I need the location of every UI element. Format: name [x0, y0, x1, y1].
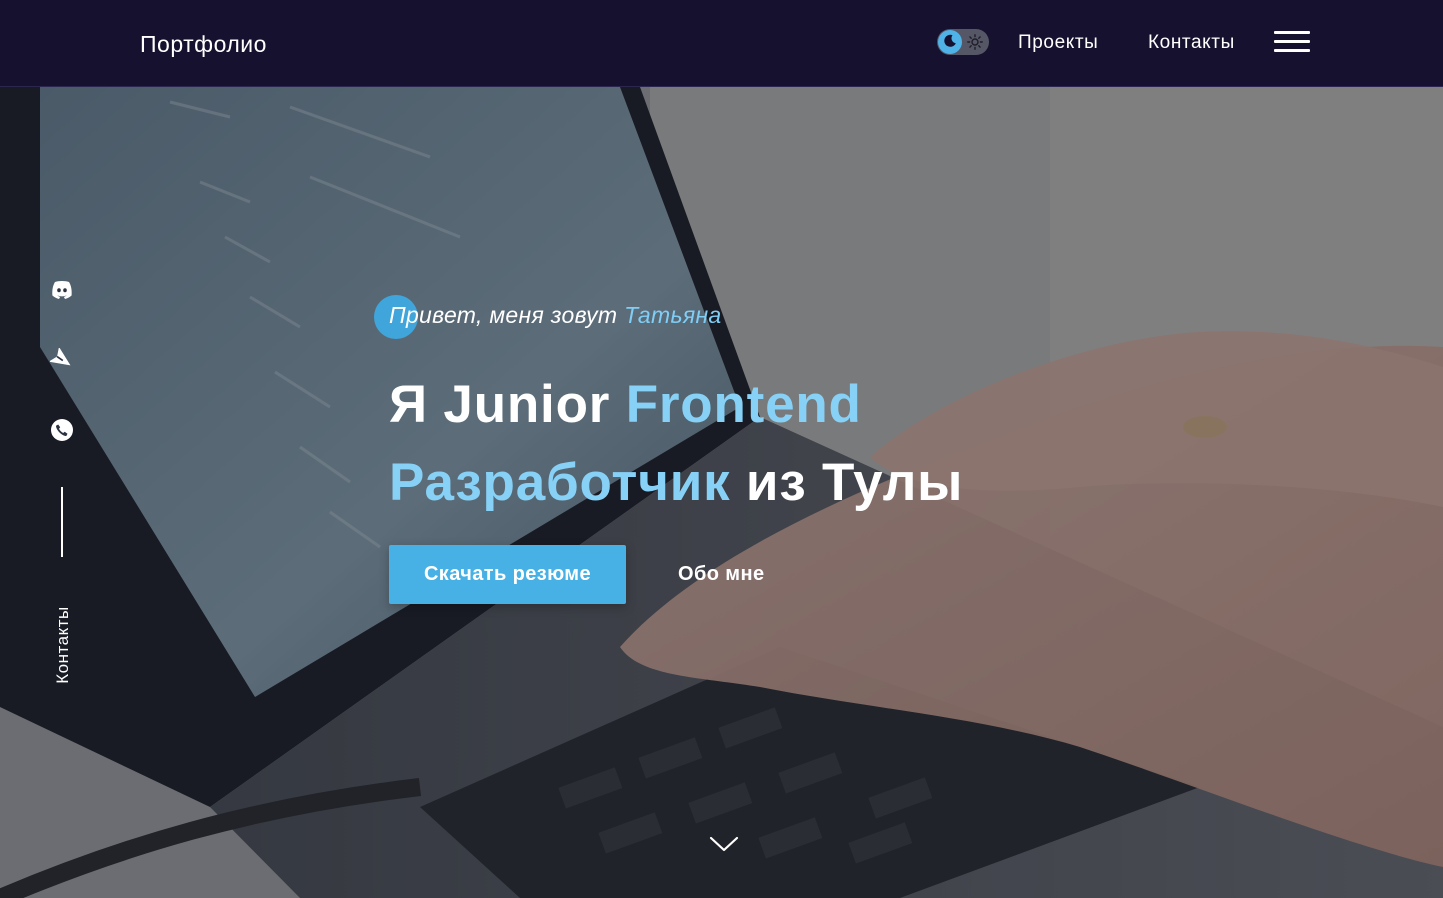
site-logo[interactable]: Портфолио — [140, 31, 267, 58]
hero-greeting: Привет, меня зовут Татьяна — [389, 302, 722, 329]
phone-icon[interactable] — [50, 418, 74, 442]
headline-part-2: из Тулы — [730, 453, 964, 512]
nav-link-contacts[interactable]: Контакты — [1148, 32, 1235, 54]
about-me-link[interactable]: Обо мне — [678, 563, 764, 586]
headline-accent-1: Frontend — [625, 375, 862, 434]
greeting-text: Привет, меня зовут — [389, 302, 625, 328]
discord-icon[interactable] — [50, 278, 74, 302]
headline-part-1: Я Junior — [389, 375, 626, 434]
sun-icon — [967, 34, 983, 50]
download-resume-button[interactable]: Скачать резюме — [389, 545, 626, 604]
telegram-icon[interactable] — [50, 348, 74, 372]
hero-headline: Я Junior Frontend Разработчик из Тулы — [389, 366, 963, 522]
moon-icon — [944, 34, 956, 47]
theme-toggle[interactable] — [937, 29, 989, 55]
chevron-down-icon[interactable] — [709, 834, 739, 854]
sidebar-contacts-label: Контакты — [53, 606, 72, 684]
hamburger-icon[interactable] — [1274, 31, 1310, 55]
sidebar-divider — [61, 487, 63, 557]
nav-link-projects[interactable]: Проекты — [1018, 32, 1098, 54]
greeting-name: Татьяна — [624, 302, 722, 328]
headline-accent-2: Разработчик — [389, 453, 731, 512]
site-header: Портфолио Проекты Контакты — [0, 0, 1443, 87]
